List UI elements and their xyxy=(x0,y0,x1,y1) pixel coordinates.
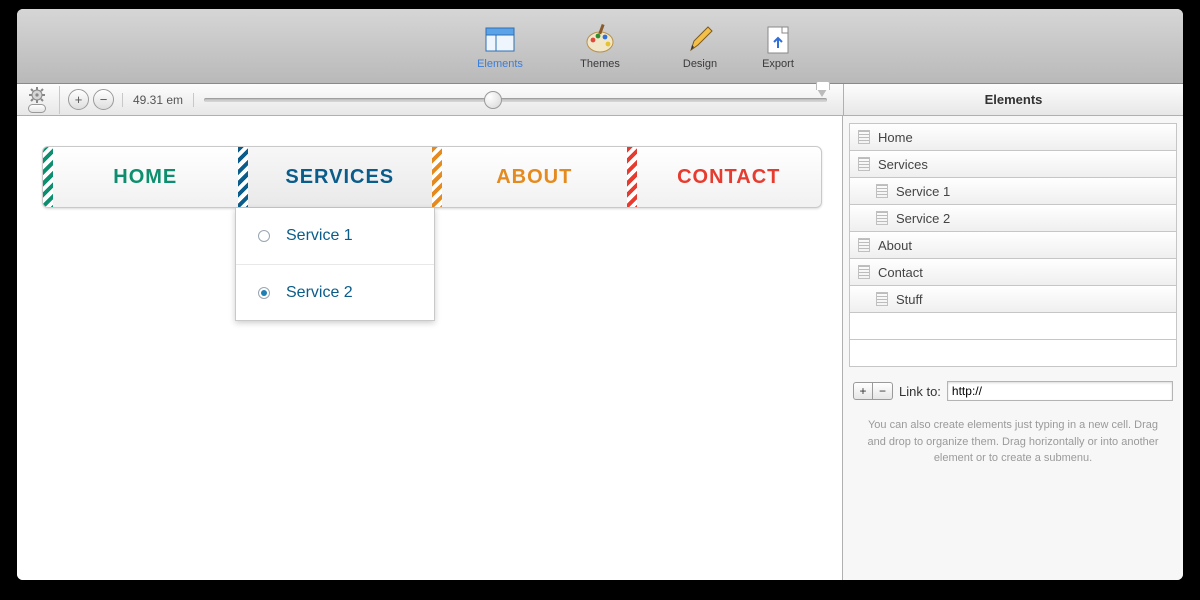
export-icon xyxy=(761,22,795,56)
nav-home[interactable]: HOME xyxy=(53,147,238,207)
tree-label: Services xyxy=(878,157,928,172)
zoom-in-button[interactable]: + xyxy=(68,89,89,110)
radio-checked-icon xyxy=(258,287,270,299)
slider-thumb[interactable] xyxy=(484,91,502,109)
tree-row-about[interactable]: About xyxy=(849,231,1177,259)
tree-row-service-2[interactable]: Service 2 xyxy=(849,204,1177,232)
tree-row-contact[interactable]: Contact xyxy=(849,258,1177,286)
app-window: Elements Themes Design xyxy=(17,9,1183,580)
tree-row-service-1[interactable]: Service 1 xyxy=(849,177,1177,205)
toolbar-design[interactable]: Design xyxy=(665,22,735,70)
pencil-icon xyxy=(683,22,717,56)
nav-contact[interactable]: CONTACT xyxy=(637,147,822,207)
tree-row-home[interactable]: Home xyxy=(849,123,1177,151)
grip-icon xyxy=(858,265,870,279)
nav-services-label: SERVICES xyxy=(285,166,394,189)
linkto-label: Link to: xyxy=(899,384,941,399)
grip-icon xyxy=(876,184,888,198)
elements-icon xyxy=(483,22,517,56)
titlebar: Elements Themes Design xyxy=(17,9,1183,84)
add-element-button[interactable]: + xyxy=(853,382,873,400)
zoom-out-button[interactable]: − xyxy=(93,89,114,110)
subbar: + − 49.31 em Elements xyxy=(17,84,1183,116)
stripe-left-contact xyxy=(627,147,637,207)
settings-toggle[interactable] xyxy=(28,104,46,113)
grip-icon xyxy=(858,157,870,171)
toolbar-themes-label: Themes xyxy=(580,58,620,70)
palette-icon xyxy=(583,22,617,56)
stripe-left-about xyxy=(432,147,442,207)
nav-contact-label: CONTACT xyxy=(677,166,780,189)
gear-icon[interactable] xyxy=(29,87,45,103)
toolbar-elements[interactable]: Elements xyxy=(465,22,535,70)
grip-icon xyxy=(858,238,870,252)
slider-end-marker[interactable] xyxy=(817,89,827,97)
dropdown-service-1-label: Service 1 xyxy=(286,227,353,245)
grip-icon xyxy=(876,211,888,225)
toolbar-design-label: Design xyxy=(683,58,717,70)
tree-row-empty[interactable] xyxy=(849,312,1177,340)
radio-icon xyxy=(258,230,270,242)
stripe-left-home xyxy=(43,147,53,207)
menu-preview: HOME SERVICES ABOUT CONTACT Service 1 xyxy=(42,146,822,208)
toolbar-elements-label: Elements xyxy=(477,58,523,70)
tree-label: About xyxy=(878,238,912,253)
dropdown-service-1[interactable]: Service 1 xyxy=(236,208,434,264)
nav-services[interactable]: SERVICES xyxy=(248,147,433,207)
linkto-row: + − Link to: xyxy=(843,367,1183,409)
remove-element-button[interactable]: − xyxy=(873,382,893,400)
zoom-readout: 49.31 em xyxy=(122,93,194,107)
tree-row-empty[interactable] xyxy=(849,339,1177,367)
toolbar-center: Elements Themes Design xyxy=(465,22,735,70)
grip-icon xyxy=(858,130,870,144)
tree-label: Home xyxy=(878,130,913,145)
width-slider[interactable] xyxy=(204,98,827,102)
inspector-panel: Home Services Service 1 Service 2 About … xyxy=(843,116,1183,580)
tree-label: Contact xyxy=(878,265,923,280)
toolbar-export[interactable]: Export xyxy=(743,22,813,70)
tree-row-services[interactable]: Services xyxy=(849,150,1177,178)
nav-about-label: ABOUT xyxy=(496,166,572,189)
nav-bar: HOME SERVICES ABOUT CONTACT xyxy=(42,146,822,208)
inspector-hint: You can also create elements just typing… xyxy=(843,409,1183,467)
elements-tree: Home Services Service 1 Service 2 About … xyxy=(843,116,1183,367)
tree-row-stuff[interactable]: Stuff xyxy=(849,285,1177,313)
canvas[interactable]: HOME SERVICES ABOUT CONTACT Service 1 xyxy=(17,116,843,580)
nav-about[interactable]: ABOUT xyxy=(442,147,627,207)
dropdown-service-2[interactable]: Service 2 xyxy=(236,264,434,320)
nav-home-label: HOME xyxy=(113,166,177,189)
grip-icon xyxy=(876,292,888,306)
stripe-left-services xyxy=(238,147,248,207)
toolbar-export-label: Export xyxy=(762,58,794,70)
tree-label: Service 1 xyxy=(896,184,950,199)
dropdown-service-2-label: Service 2 xyxy=(286,284,353,302)
tree-label: Service 2 xyxy=(896,211,950,226)
toolbar-themes[interactable]: Themes xyxy=(565,22,635,70)
tree-label: Stuff xyxy=(896,292,923,307)
services-dropdown: Service 1 Service 2 xyxy=(235,208,435,321)
inspector-title: Elements xyxy=(843,84,1183,115)
linkto-input[interactable] xyxy=(947,381,1173,401)
